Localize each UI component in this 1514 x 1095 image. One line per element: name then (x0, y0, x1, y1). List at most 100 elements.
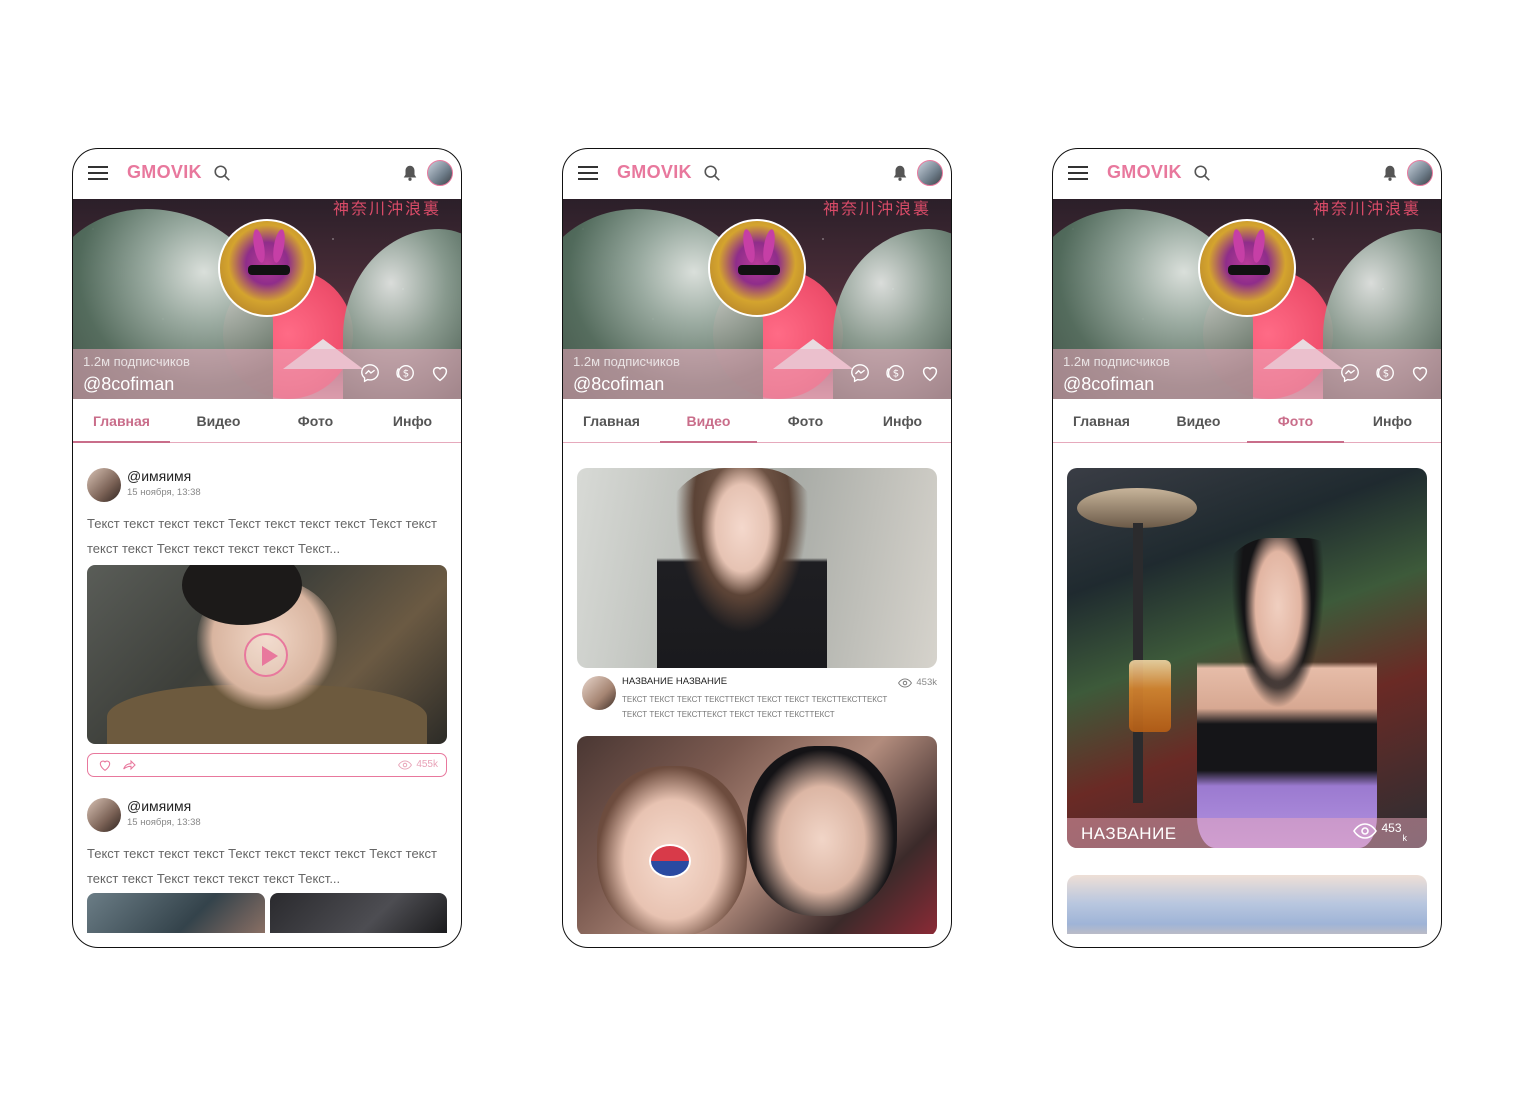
profile-banner: 神奈川沖浪裏 1.2м подписчиков @8cofiman $ (1053, 199, 1441, 399)
menu-icon[interactable] (578, 166, 598, 180)
heart-icon[interactable] (97, 757, 113, 773)
svg-text:$: $ (1383, 369, 1389, 380)
tab-video[interactable]: Видео (1150, 399, 1247, 442)
post-video[interactable] (87, 565, 447, 744)
search-icon[interactable] (213, 164, 231, 182)
messenger-icon[interactable] (359, 362, 381, 384)
svg-text:$: $ (403, 369, 409, 380)
photo-views: 453 k (1353, 822, 1407, 844)
tab-info[interactable]: Инфо (1344, 399, 1441, 442)
eye-icon (398, 759, 413, 770)
profile-avatar[interactable] (218, 219, 316, 317)
profile-tabs: Главная Видео Фото Инфо (563, 399, 951, 443)
phone-screen-photo: GMOVIK 神奈川沖浪裏 1.2м подписчиков @8cofiman… (1052, 148, 1442, 948)
top-bar: GMOVIK (563, 149, 951, 199)
eye-icon (1353, 823, 1378, 839)
post-text: Текст текст текст текст Текст текст текс… (87, 516, 437, 556)
photo-title: НАЗВАНИЕ (1081, 824, 1177, 843)
menu-icon[interactable] (1068, 166, 1088, 180)
post-username[interactable]: @имяимя (127, 798, 191, 814)
video-description: ТЕКСТ ТЕКСТ ТЕКСТ ТЕКСТТЕКСТ ТЕКСТ ТЕКСТ… (622, 695, 888, 719)
tab-info[interactable]: Инфо (364, 399, 461, 442)
photo-image[interactable] (1067, 875, 1427, 934)
photo-caption-bar: НАЗВАНИЕ 453 k (1067, 818, 1427, 848)
tab-home[interactable]: Главная (563, 399, 660, 442)
search-icon[interactable] (703, 164, 721, 182)
post-avatar[interactable] (87, 468, 121, 502)
banner-kanji: 神奈川沖浪裏 (332, 199, 441, 218)
heart-icon[interactable] (429, 362, 451, 384)
bell-icon[interactable] (1381, 164, 1399, 182)
app-logo[interactable]: GMOVIK (127, 162, 202, 183)
post-avatar[interactable] (87, 798, 121, 832)
profile-avatar[interactable] (1198, 219, 1296, 317)
eye-icon (898, 677, 913, 688)
messenger-icon[interactable] (849, 362, 871, 384)
tab-photo[interactable]: Фото (1247, 399, 1344, 443)
post-image[interactable] (269, 893, 447, 933)
post-views-count: 455k (416, 759, 438, 770)
profile-banner: 神奈川沖浪裏 1.2м подписчиков @8cofiman $ (73, 199, 461, 399)
profile-handle: @8cofiman (573, 374, 665, 394)
subscriber-count: 1.2м подписчиков (1063, 354, 1170, 369)
photo-views-suffix: k (1402, 833, 1408, 843)
video-title[interactable]: НАЗВАНИЕ НАЗВАНИЕ (622, 676, 727, 687)
post-date: 15 ноября, 13:38 (127, 817, 201, 828)
tab-info[interactable]: Инфо (854, 399, 951, 442)
photo-image[interactable]: НАЗВАНИЕ 453 k (1067, 468, 1427, 848)
profile-avatar[interactable] (708, 219, 806, 317)
bell-icon[interactable] (401, 164, 419, 182)
user-avatar[interactable] (917, 160, 943, 186)
profile-handle: @8cofiman (1063, 374, 1155, 394)
video-thumbnail[interactable] (577, 468, 937, 668)
heart-icon[interactable] (1409, 362, 1431, 384)
tab-photo[interactable]: Фото (267, 399, 364, 442)
coins-icon[interactable]: $ (394, 362, 416, 384)
post-image-row (87, 893, 447, 933)
post-text: Текст текст текст текст Текст текст текс… (87, 846, 437, 886)
tab-video[interactable]: Видео (660, 399, 757, 443)
user-avatar[interactable] (1407, 160, 1433, 186)
video-author-avatar[interactable] (582, 676, 616, 710)
top-bar: GMOVIK (73, 149, 461, 199)
user-avatar[interactable] (427, 160, 453, 186)
video-views: 453k (898, 677, 937, 688)
app-logo[interactable]: GMOVIK (617, 162, 692, 183)
subscriber-count: 1.2м подписчиков (573, 354, 680, 369)
top-bar: GMOVIK (1053, 149, 1441, 199)
menu-icon[interactable] (88, 166, 108, 180)
post-action-bar: 455k (87, 753, 447, 777)
post-views: 455k (398, 759, 438, 770)
profile-tabs: Главная Видео Фото Инфо (73, 399, 461, 443)
post-image[interactable] (87, 893, 265, 933)
tab-home[interactable]: Главная (1053, 399, 1150, 442)
profile-handle: @8cofiman (83, 374, 175, 394)
banner-kanji: 神奈川沖浪裏 (1312, 199, 1421, 218)
profile-tabs: Главная Видео Фото Инфо (1053, 399, 1441, 443)
share-icon[interactable] (121, 757, 137, 773)
tab-photo[interactable]: Фото (757, 399, 854, 442)
phone-screen-home: GMOVIK 神奈川沖浪裏 1.2м подписчиков @8cofiman… (72, 148, 462, 948)
photo-views-count: 453 (1381, 821, 1402, 835)
bell-icon[interactable] (891, 164, 909, 182)
video-views-count: 453k (916, 677, 937, 688)
phone-screen-video: GMOVIK 神奈川沖浪裏 1.2м подписчиков @8cofiman… (562, 148, 952, 948)
post-username[interactable]: @имяимя (127, 468, 191, 484)
video-thumbnail[interactable] (577, 736, 937, 934)
post-date: 15 ноября, 13:38 (127, 487, 201, 498)
feed: @имяимя 15 ноября, 13:38 Текст текст тек… (73, 444, 461, 934)
subscriber-count: 1.2м подписчиков (83, 354, 190, 369)
coins-icon[interactable]: $ (884, 362, 906, 384)
svg-text:$: $ (893, 369, 899, 380)
heart-icon[interactable] (919, 362, 941, 384)
search-icon[interactable] (1193, 164, 1211, 182)
tab-video[interactable]: Видео (170, 399, 267, 442)
coins-icon[interactable]: $ (1374, 362, 1396, 384)
photo-list: НАЗВАНИЕ 453 k (1053, 444, 1441, 934)
messenger-icon[interactable] (1339, 362, 1361, 384)
play-icon[interactable] (244, 633, 288, 677)
tab-home[interactable]: Главная (73, 399, 170, 443)
banner-kanji: 神奈川沖浪裏 (822, 199, 931, 218)
video-list: НАЗВАНИЕ НАЗВАНИЕ ТЕКСТ ТЕКСТ ТЕКСТ ТЕКС… (563, 444, 951, 934)
app-logo[interactable]: GMOVIK (1107, 162, 1182, 183)
